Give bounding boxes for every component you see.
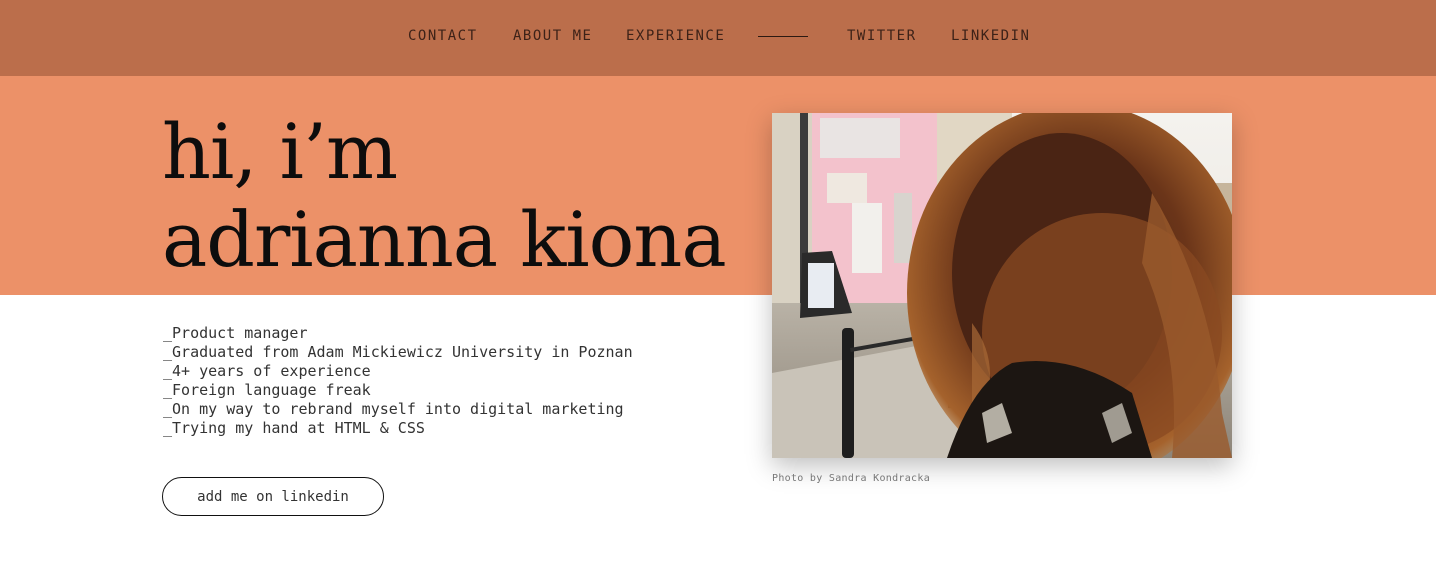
bio-item: _On my way to rebrand myself into digita… [163, 400, 624, 418]
bio-item: _Foreign language freak [163, 381, 371, 399]
nav-about-me[interactable]: ABOUT ME [513, 28, 592, 44]
bio-item: _Trying my hand at HTML & CSS [163, 419, 425, 437]
add-on-linkedin-button[interactable]: add me on linkedin [162, 477, 384, 516]
bio-item: _Graduated from Adam Mickiewicz Universi… [163, 343, 633, 361]
nav-linkedin[interactable]: LINKEDIN [951, 28, 1030, 44]
top-nav: CONTACT ABOUT ME EXPERIENCE TWITTER LINK… [0, 0, 1436, 76]
hero-title: hi, i’m adrianna kiona [162, 107, 727, 284]
nav-contact[interactable]: CONTACT [408, 28, 478, 44]
hero-title-line2: adrianna kiona [162, 195, 727, 284]
bio-list: _Product manager _Graduated from Adam Mi… [163, 324, 633, 438]
photo-caption: Photo by Sandra Kondracka [772, 473, 931, 484]
profile-photo [772, 113, 1232, 458]
nav-twitter[interactable]: TWITTER [847, 28, 917, 44]
bio-item: _4+ years of experience [163, 362, 371, 380]
bio-item: _Product manager [163, 324, 308, 342]
nav-experience[interactable]: EXPERIENCE [626, 28, 725, 44]
hero-title-line1: hi, i’m [162, 107, 398, 196]
nav-divider [758, 36, 808, 37]
